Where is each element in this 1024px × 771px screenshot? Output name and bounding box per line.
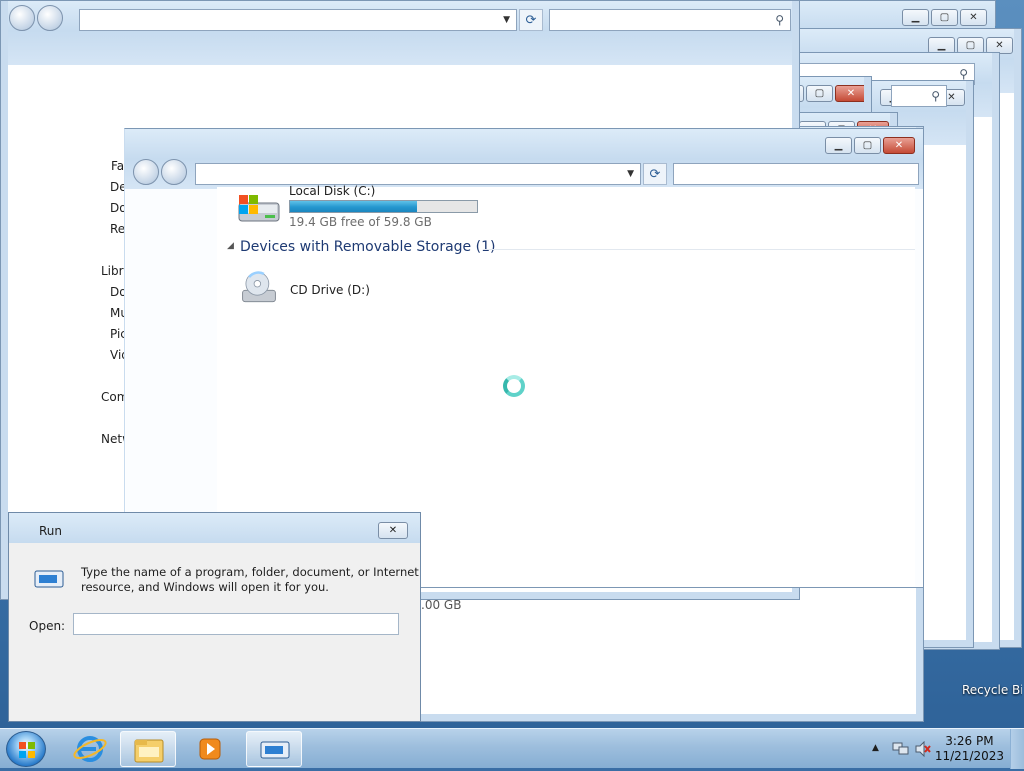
- address-bar[interactable]: ▼: [79, 9, 517, 31]
- hard-drive-icon: [238, 195, 280, 222]
- taskbar-media-player[interactable]: [182, 731, 238, 767]
- forward-button[interactable]: [161, 159, 187, 185]
- network-icon[interactable]: [892, 741, 910, 757]
- minimize-button[interactable]: ▁: [902, 9, 929, 26]
- run-dialog[interactable]: Run ✕ Type the name of a program, folder…: [8, 512, 421, 722]
- media-player-icon: [199, 738, 221, 760]
- start-button[interactable]: [6, 731, 46, 767]
- close-button[interactable]: ✕: [835, 85, 867, 102]
- search-icon: ⚲: [959, 67, 968, 81]
- search-box[interactable]: ⚲: [891, 85, 947, 107]
- taskbar: ▲ 3:26 PM 11/21/2023: [0, 728, 1024, 769]
- clock[interactable]: 3:26 PM 11/21/2023: [935, 734, 1004, 764]
- search-box[interactable]: [673, 163, 919, 185]
- nav-buttons: [133, 159, 189, 185]
- run-close-button[interactable]: ✕: [378, 522, 408, 539]
- system-tray: ▲ 3:26 PM 11/21/2023: [864, 729, 1024, 769]
- back-button[interactable]: [133, 159, 159, 185]
- taskbar-internet-explorer[interactable]: [62, 731, 118, 767]
- address-bar[interactable]: ▼: [195, 163, 641, 185]
- refresh-button[interactable]: ⟳: [643, 163, 667, 185]
- taskbar-windows-explorer[interactable]: [120, 731, 176, 767]
- volume-muted-icon[interactable]: [914, 741, 932, 757]
- windows-logo-icon: [19, 742, 35, 758]
- search-box[interactable]: ⚲: [549, 9, 791, 31]
- drive-usage-fill: [290, 201, 418, 212]
- close-button[interactable]: ✕: [883, 137, 915, 154]
- show-hidden-icons-button[interactable]: ▲: [872, 743, 879, 753]
- taskbar-run[interactable]: [246, 731, 302, 767]
- refresh-button[interactable]: ⟳: [519, 9, 543, 31]
- drive-name-c[interactable]: Local Disk (C:): [289, 184, 375, 198]
- busy-spinner-icon: [503, 375, 525, 397]
- clock-date: 11/21/2023: [934, 749, 1004, 763]
- recycle-bin-label[interactable]: Recycle Bin: [962, 683, 1022, 697]
- forward-button[interactable]: [37, 5, 63, 31]
- back-button[interactable]: [9, 5, 35, 31]
- internet-explorer-icon: [73, 736, 107, 762]
- maximize-button[interactable]: ▢: [931, 9, 958, 26]
- window-controls: ▁ ▢ ✕: [823, 137, 915, 154]
- drive-name-d[interactable]: CD Drive (D:): [290, 283, 370, 297]
- drive-size-fragment: .00 GB: [421, 598, 462, 612]
- desktop: Recycle Bin ▁ ▢ ✕ ▁ ▢ ✕ ⚲ ▁: [0, 0, 1024, 728]
- removable-storage-header[interactable]: Devices with Removable Storage (1): [240, 239, 495, 255]
- group-collapse-arrow[interactable]: ◢: [227, 241, 234, 251]
- run-icon: [260, 741, 290, 759]
- drive-free-text-c: 19.4 GB free of 59.8 GB: [289, 215, 432, 229]
- close-button[interactable]: ✕: [960, 9, 987, 26]
- group-divider: [485, 249, 915, 250]
- run-open-label: Open:: [29, 619, 66, 633]
- cd-drive-icon: [242, 271, 276, 303]
- drive-usage-bar-c: [289, 200, 478, 213]
- run-description-line2: resource, and Windows will open it for y…: [81, 580, 329, 594]
- window-controls: ▁ ▢ ✕: [900, 9, 987, 26]
- run-icon: [34, 570, 64, 588]
- folder-icon: [134, 739, 164, 763]
- run-dialog-title: Run: [39, 524, 63, 538]
- maximize-button[interactable]: ▢: [854, 137, 881, 154]
- search-icon: ⚲: [931, 89, 940, 103]
- maximize-button[interactable]: ▢: [806, 85, 833, 102]
- run-description-line1: Type the name of a program, folder, docu…: [81, 565, 419, 579]
- minimize-button[interactable]: ▁: [825, 137, 852, 154]
- nav-buttons: [9, 5, 65, 31]
- clock-time: 3:26 PM: [945, 734, 994, 748]
- run-open-input[interactable]: [73, 613, 399, 635]
- show-desktop-button[interactable]: [1010, 729, 1024, 769]
- search-icon: ⚲: [775, 13, 784, 27]
